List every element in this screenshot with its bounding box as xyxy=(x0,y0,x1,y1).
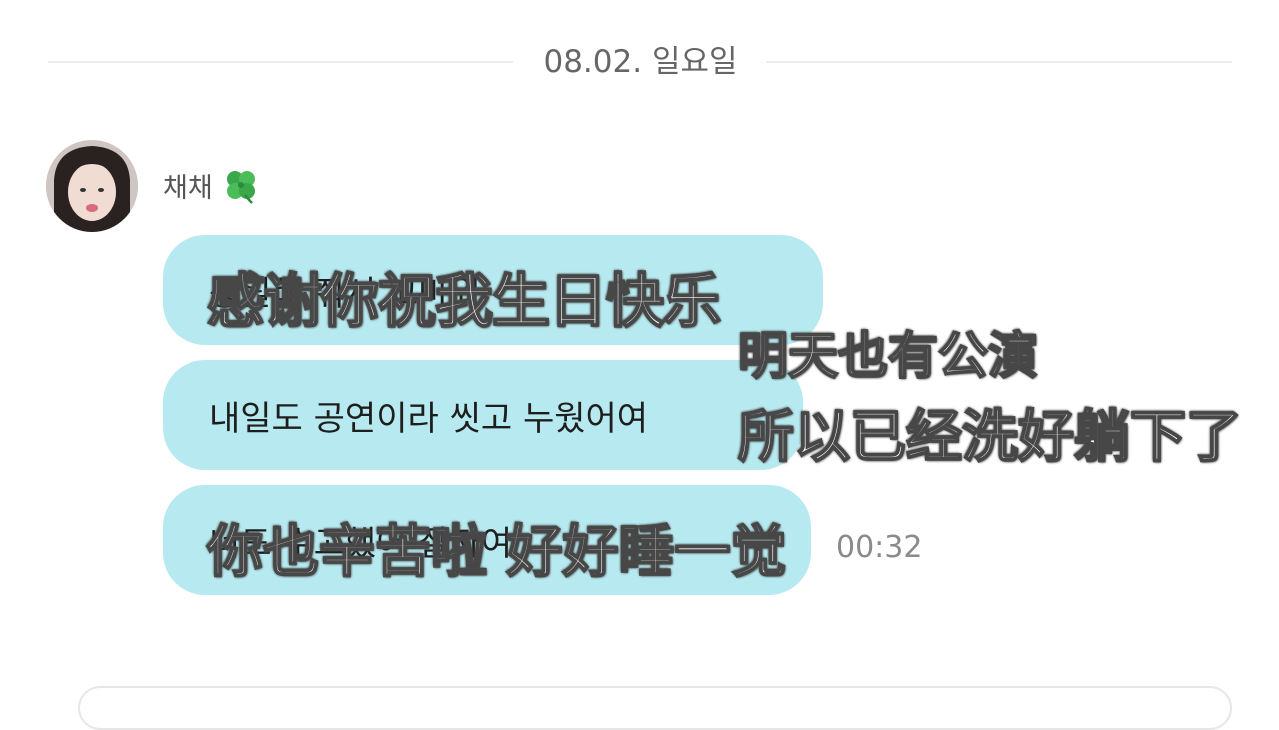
avatar[interactable] xyxy=(46,140,138,232)
subtitle-line-2: 明天也有公演 xyxy=(737,326,1039,386)
subtitle-line-3: 所以已经洗好躺下了 xyxy=(737,404,1243,471)
divider-line-left xyxy=(48,61,513,63)
date-label: 08.02. 일요일 xyxy=(543,44,738,80)
message-input-bar[interactable] xyxy=(78,686,1232,730)
date-divider: 08.02. 일요일 xyxy=(48,40,1232,84)
message-timestamp: 00:32 xyxy=(836,530,923,565)
divider-line-right xyxy=(766,61,1232,63)
four-leaf-clover-icon xyxy=(222,166,260,204)
subtitle-line-1: 感谢你祝我生日快乐 xyxy=(206,266,722,336)
subtitle-line-4: 你也辛苦啦 好好睡一觉 xyxy=(206,519,787,586)
message-text: 내일도 공연이라 씻고 누웠어여 xyxy=(209,398,649,439)
message-bubble[interactable]: 내일도 공연이라 씻고 누웠어여 xyxy=(163,360,803,470)
sender-name: 채채 xyxy=(163,173,213,204)
